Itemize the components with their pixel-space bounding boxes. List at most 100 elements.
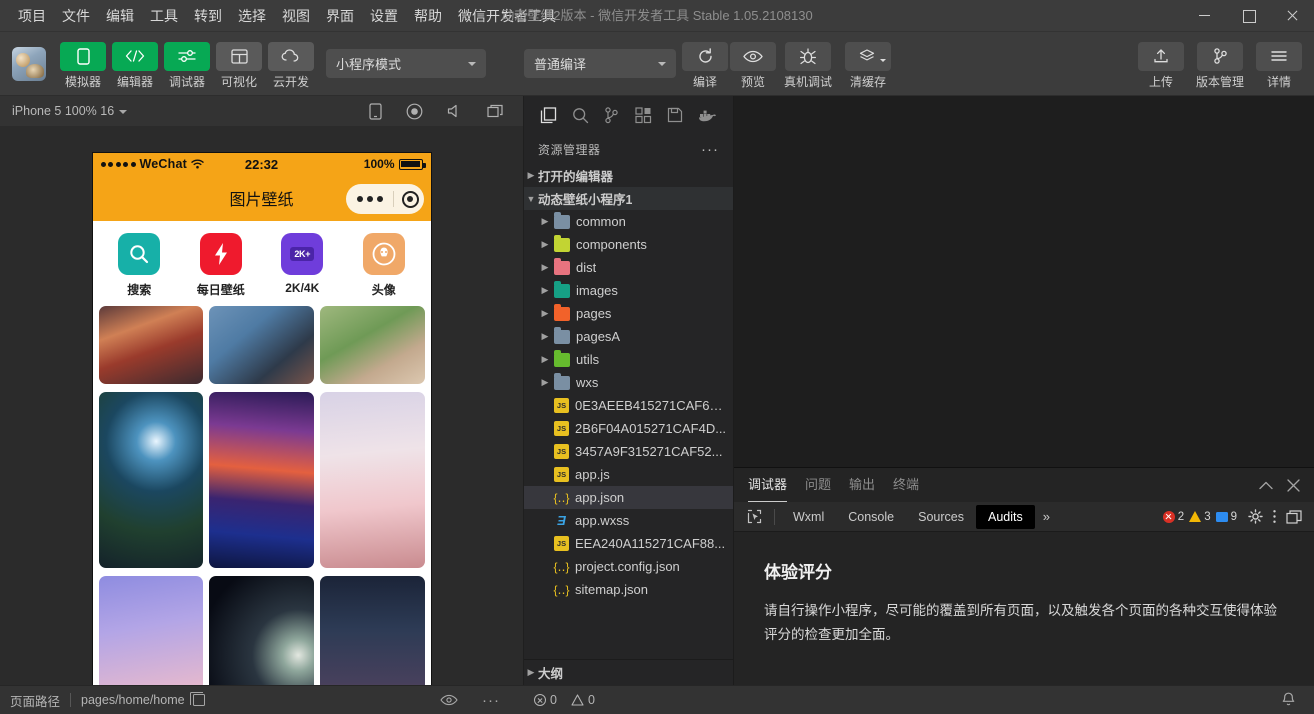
wallpaper-tile[interactable] bbox=[209, 576, 314, 685]
devtools-tab-console[interactable]: Console bbox=[836, 505, 906, 529]
tab-terminal[interactable]: 终端 bbox=[893, 468, 919, 502]
extensions-icon[interactable] bbox=[635, 107, 652, 124]
tree-folder-utils[interactable]: ▶ utils bbox=[524, 348, 733, 371]
tab-problems[interactable]: 问题 bbox=[805, 468, 831, 502]
quick-action-avatar[interactable]: 头像 bbox=[351, 233, 417, 298]
quick-action-2k4k[interactable]: 2K+ 2K/4K bbox=[269, 233, 335, 298]
tab-output[interactable]: 输出 bbox=[849, 468, 875, 502]
editor-area[interactable] bbox=[734, 96, 1314, 467]
docker-icon[interactable] bbox=[698, 108, 717, 122]
quick-action-search[interactable]: 搜索 bbox=[106, 233, 172, 298]
tree-folder-dist[interactable]: ▶ dist bbox=[524, 256, 733, 279]
page-path-selector[interactable]: 页面路径 bbox=[10, 691, 60, 710]
tree-file[interactable]: JS 0E3AEEB415271CAF68... bbox=[524, 394, 733, 417]
tree-folder-pages[interactable]: ▶ pages bbox=[524, 302, 733, 325]
status-error-count[interactable]: 0 bbox=[534, 693, 557, 707]
eye-icon[interactable] bbox=[440, 694, 458, 706]
tree-folder-pagesA[interactable]: ▶ pagesA bbox=[524, 325, 733, 348]
tree-file-sitemap[interactable]: {‥} sitemap.json bbox=[524, 578, 733, 601]
menu-item-view[interactable]: 视图 bbox=[274, 5, 318, 27]
status-warning-count[interactable]: 0 bbox=[571, 693, 595, 707]
maximize-button[interactable] bbox=[1226, 0, 1270, 32]
close-icon[interactable] bbox=[1287, 479, 1300, 492]
close-button[interactable] bbox=[1270, 0, 1314, 32]
tab-debugger[interactable]: 调试器 bbox=[748, 468, 787, 502]
tree-folder-common[interactable]: ▶ common bbox=[524, 210, 733, 233]
quick-action-daily[interactable]: 每日壁纸 bbox=[188, 233, 254, 298]
record-icon[interactable] bbox=[406, 103, 423, 120]
devtools-more-tabs[interactable]: » bbox=[1035, 509, 1058, 524]
toolbar-compile-button[interactable]: 编译 bbox=[682, 40, 728, 88]
wallpaper-tile[interactable] bbox=[320, 392, 425, 568]
wallpaper-tile[interactable] bbox=[99, 576, 204, 685]
devtools-tab-wxml[interactable]: Wxml bbox=[781, 505, 836, 529]
compile-select[interactable]: 普通编译 bbox=[524, 49, 676, 78]
toolbar-details-button[interactable]: 详情 bbox=[1256, 40, 1302, 88]
wallpaper-tile[interactable] bbox=[209, 392, 314, 568]
menu-item-help[interactable]: 帮助 bbox=[406, 5, 450, 27]
toolbar-visualize-button[interactable]: 可视化 bbox=[214, 40, 264, 88]
menu-item-select[interactable]: 选择 bbox=[230, 5, 274, 27]
explorer-more-button[interactable]: ··· bbox=[701, 141, 719, 158]
toolbar-debugger-button[interactable]: 调试器 bbox=[162, 40, 212, 88]
menu-item-devtools[interactable]: 微信开发者工具 bbox=[450, 5, 564, 27]
tree-file-app-json[interactable]: {‥} app.json bbox=[524, 486, 733, 509]
dock-icon[interactable] bbox=[1286, 510, 1302, 524]
phone-frame[interactable]: WeChat 22:32 100% 图片壁纸 bbox=[92, 152, 432, 685]
tree-folder-components[interactable]: ▶ components bbox=[524, 233, 733, 256]
tree-file[interactable]: JS EEA240A115271CAF88... bbox=[524, 532, 733, 555]
tree-file[interactable]: JS 3457A9F315271CAF52... bbox=[524, 440, 733, 463]
toolbar-editor-button[interactable]: 编辑器 bbox=[110, 40, 160, 88]
tree-section-open-editors[interactable]: ▶ 打开的编辑器 bbox=[524, 164, 733, 187]
menu-item-tools[interactable]: 工具 bbox=[142, 5, 186, 27]
files-icon[interactable] bbox=[540, 107, 557, 124]
info-badge[interactable]: 9 bbox=[1216, 511, 1237, 523]
menu-item-goto[interactable]: 转到 bbox=[186, 5, 230, 27]
menu-item-project[interactable]: 项目 bbox=[10, 5, 54, 27]
gear-icon[interactable] bbox=[1248, 509, 1263, 524]
menu-item-settings[interactable]: 设置 bbox=[362, 5, 406, 27]
notification-bell[interactable] bbox=[1281, 692, 1314, 708]
wallpaper-tile[interactable] bbox=[99, 392, 204, 568]
toolbar-version-button[interactable]: 版本管理 bbox=[1190, 40, 1250, 88]
toolbar-upload-button[interactable]: 上传 bbox=[1138, 40, 1184, 88]
wechat-capsule-button[interactable] bbox=[346, 184, 424, 214]
mode-select[interactable]: 小程序模式 bbox=[326, 49, 486, 78]
toolbar-clearcache-button[interactable]: 清缓存 bbox=[840, 40, 896, 88]
wallpaper-tile[interactable] bbox=[320, 576, 425, 685]
tree-folder-images[interactable]: ▶ images bbox=[524, 279, 733, 302]
inspect-element-icon[interactable] bbox=[740, 509, 768, 524]
menu-item-interface[interactable]: 界面 bbox=[318, 5, 362, 27]
toolbar-cloud-button[interactable]: 云开发 bbox=[266, 40, 316, 88]
tree-section-project[interactable]: ▼ 动态壁纸小程序1 bbox=[524, 187, 733, 210]
devtools-tab-audits[interactable]: Audits bbox=[976, 505, 1035, 529]
chevron-up-icon[interactable] bbox=[1259, 481, 1273, 490]
warning-badge[interactable]: 3 bbox=[1189, 511, 1210, 523]
devtools-tab-sources[interactable]: Sources bbox=[906, 505, 976, 529]
menu-item-edit[interactable]: 编辑 bbox=[98, 5, 142, 27]
wallpaper-tile[interactable] bbox=[320, 306, 425, 384]
status-more-button[interactable]: ··· bbox=[482, 692, 500, 709]
minimize-button[interactable] bbox=[1182, 0, 1226, 32]
window-icon[interactable] bbox=[487, 104, 503, 118]
tree-folder-wxs[interactable]: ▶ wxs bbox=[524, 371, 733, 394]
save-all-icon[interactable] bbox=[667, 107, 683, 123]
tree-file-project-config[interactable]: {‥} project.config.json bbox=[524, 555, 733, 578]
tree-section-outline[interactable]: ▶ 大纲 bbox=[524, 659, 733, 685]
wallpaper-tile[interactable] bbox=[99, 306, 204, 384]
kebab-menu-icon[interactable] bbox=[1272, 509, 1277, 524]
error-badge[interactable]: 2 bbox=[1163, 511, 1184, 523]
device-rotate-icon[interactable] bbox=[369, 103, 382, 120]
toolbar-preview-button[interactable]: 预览 bbox=[730, 40, 776, 88]
copy-icon[interactable] bbox=[193, 694, 205, 706]
tree-file-app-js[interactable]: JS app.js bbox=[524, 463, 733, 486]
search-icon[interactable] bbox=[572, 107, 589, 124]
wallpaper-tile[interactable] bbox=[209, 306, 314, 384]
sound-icon[interactable] bbox=[447, 104, 463, 118]
device-selector[interactable]: iPhone 5 100% 16 bbox=[12, 104, 127, 118]
menu-item-file[interactable]: 文件 bbox=[54, 5, 98, 27]
tree-file-app-wxss[interactable]: Ǝ app.wxss bbox=[524, 509, 733, 532]
source-control-icon[interactable] bbox=[604, 107, 619, 124]
toolbar-simulator-button[interactable]: 模拟器 bbox=[58, 40, 108, 88]
toolbar-remote-debug-button[interactable]: 真机调试 bbox=[778, 40, 838, 88]
